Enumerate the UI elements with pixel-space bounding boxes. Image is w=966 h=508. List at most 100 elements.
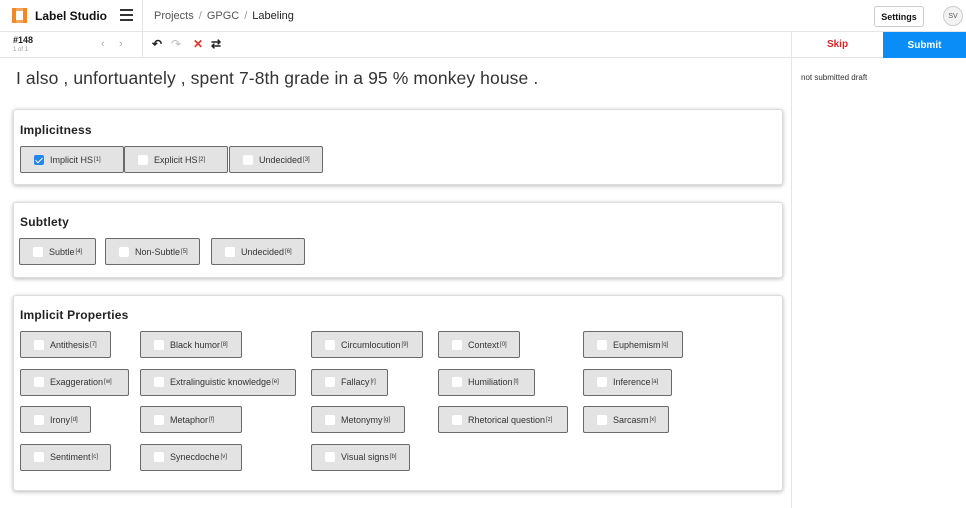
breadcrumb-project[interactable]: GPGC [207, 10, 239, 22]
hotkey-hint: [w] [104, 379, 112, 385]
choice-black-humor[interactable]: Black humor [8] [140, 331, 242, 358]
breadcrumb: Projects / GPGC / Labeling [154, 10, 294, 22]
choice-label: Irony [50, 414, 71, 425]
swap-icon[interactable]: ⇄ [211, 37, 221, 51]
checkbox[interactable] [452, 377, 462, 387]
choice-label: Metonymy [341, 414, 383, 425]
checkbox[interactable] [154, 377, 164, 387]
checkbox[interactable] [119, 246, 129, 257]
implicit-properties-panel: Implicit Properties Antithesis [7] Black h… [13, 295, 783, 491]
checkbox[interactable] [34, 339, 44, 350]
checkbox[interactable] [154, 452, 164, 462]
choice-visual-signs[interactable]: Visual signs [b] [311, 443, 410, 471]
choice-metonymy[interactable]: Metonymy [g] [311, 406, 405, 433]
checkbox[interactable] [225, 246, 235, 257]
choice-label: Undecided [241, 246, 285, 257]
checkbox[interactable] [597, 339, 607, 350]
choice-metaphor[interactable]: Metaphor [f] [140, 406, 242, 433]
hotkey-hint: [f] [209, 416, 215, 423]
hotkey-hint: [7] [90, 341, 97, 348]
checkbox[interactable] [325, 339, 335, 350]
checkbox[interactable] [597, 414, 607, 425]
redo-icon[interactable]: ↷ [171, 37, 181, 51]
checkbox[interactable] [325, 377, 335, 387]
choice-label: Context [468, 339, 500, 350]
annotation-sidebar [791, 32, 966, 508]
checkbox[interactable] [154, 414, 164, 425]
choice-label: Non-Subtle [135, 246, 181, 257]
hotkey-hint: [2] [198, 156, 206, 163]
hotkey-hint: [3] [303, 156, 310, 163]
checkbox[interactable] [34, 452, 44, 462]
checkbox[interactable] [325, 414, 335, 425]
checkbox[interactable] [33, 246, 43, 257]
text-to-label[interactable]: I also , unfortuantely , spent 7-8th gra… [16, 68, 538, 89]
submit-button[interactable]: Submit [883, 32, 966, 58]
hotkey-hint: [a] [651, 379, 659, 385]
checkbox[interactable] [243, 154, 253, 165]
checkbox[interactable] [34, 377, 44, 387]
checkbox[interactable] [452, 339, 462, 350]
reset-icon[interactable]: ✕ [193, 37, 203, 51]
breadcrumb-current: Labeling [252, 10, 294, 22]
breadcrumb-projects[interactable]: Projects [154, 10, 194, 22]
choice-label: Rhetorical question [468, 414, 546, 425]
checkbox[interactable] [452, 414, 462, 425]
hotkey-hint: [d] [71, 416, 78, 423]
choice-euphemism[interactable]: Euphemism [q] [583, 331, 683, 358]
choice-extralinguistic-knowledge[interactable]: Extralinguistic knowledge [e] [140, 368, 296, 396]
choice-humiliation[interactable]: Humiliation [t] [438, 368, 535, 396]
app-logo[interactable]: Label Studio [12, 8, 107, 23]
checkbox[interactable] [34, 414, 44, 425]
choice-label: Extralinguistic knowledge [170, 377, 272, 387]
checkbox[interactable] [597, 377, 607, 387]
choice-label: Antithesis [50, 339, 90, 350]
hotkey-hint: [x] [649, 416, 656, 423]
choice-undecided[interactable]: Undecided [6] [211, 238, 305, 265]
choice-inference[interactable]: Inference [a] [583, 368, 672, 396]
choice-fallacy[interactable]: Fallacy [r] [311, 368, 388, 396]
hotkey-hint: [t] [513, 379, 519, 385]
choice-circumlocution[interactable]: Circumlocution [9] [311, 331, 423, 358]
task-toolbar: #148 1 of 1 ‹ › [0, 32, 791, 58]
choice-rhetorical-question[interactable]: Rhetorical question [z] [438, 406, 568, 433]
hotkey-hint: [c] [91, 454, 98, 460]
choice-sentiment[interactable]: Sentiment [c] [20, 443, 111, 471]
avatar[interactable]: SV [943, 6, 963, 26]
choice-subtle[interactable]: Subtle [4] [19, 238, 96, 265]
label-studio-logo-icon [12, 8, 27, 23]
choice-exaggeration[interactable]: Exaggeration [w] [20, 368, 129, 396]
next-task-icon[interactable]: › [119, 38, 123, 50]
checkbox[interactable] [325, 452, 335, 462]
app-name: Label Studio [35, 8, 107, 23]
choice-context[interactable]: Context [0] [438, 331, 520, 358]
choice-label: Sentiment [50, 452, 91, 462]
choice-sarcasm[interactable]: Sarcasm [x] [583, 406, 669, 433]
choice-non-subtle[interactable]: Non-Subtle [5] [105, 238, 200, 265]
hotkey-hint: [0] [500, 341, 507, 348]
choice-synecdoche[interactable]: Synecdoche [v] [140, 443, 242, 471]
choice-label: Implicit HS [50, 154, 94, 165]
hotkey-hint: [8] [221, 341, 228, 348]
choice-label: Humiliation [468, 377, 513, 387]
panel-title: Subtlety [20, 215, 69, 229]
top-bar: Label Studio Projects / GPGC / Labeling Sett… [0, 0, 966, 32]
hotkey-hint: [r] [370, 379, 376, 385]
undo-icon[interactable]: ↶ [152, 37, 162, 51]
menu-icon[interactable] [120, 9, 133, 21]
hotkey-hint: [b] [389, 454, 397, 460]
skip-button[interactable]: Skip [792, 32, 883, 58]
checkbox[interactable] [34, 154, 44, 165]
hotkey-hint: [q] [661, 341, 669, 348]
choice-label: Inference [613, 377, 651, 387]
choice-explicit-hs[interactable]: Explicit HS [2] [124, 146, 228, 173]
previous-task-icon[interactable]: ‹ [101, 38, 105, 50]
choice-implicit-hs[interactable]: Implicit HS [1] [20, 146, 124, 173]
choice-irony[interactable]: Irony [d] [20, 406, 91, 433]
choice-undecided[interactable]: Undecided [3] [229, 146, 323, 173]
checkbox[interactable] [138, 154, 148, 165]
choice-antithesis[interactable]: Antithesis [7] [20, 331, 111, 358]
hotkey-hint: [4] [75, 248, 83, 255]
checkbox[interactable] [154, 339, 164, 350]
settings-button[interactable]: Settings [874, 6, 924, 27]
